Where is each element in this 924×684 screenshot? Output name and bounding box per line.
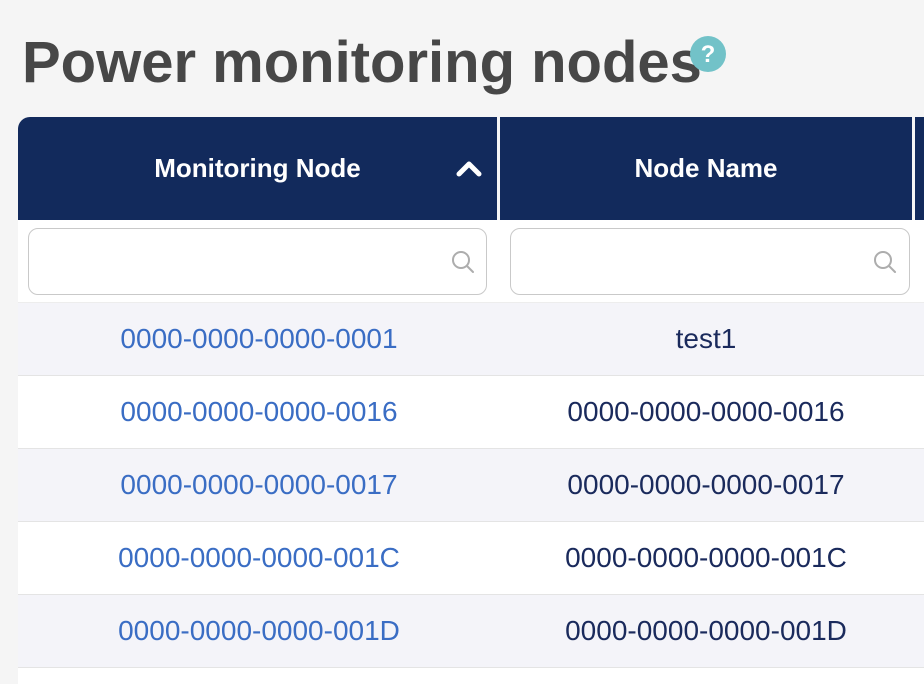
column-header-label: Node Name	[634, 153, 777, 184]
monitoring-node-link[interactable]: 0000-0000-0000-001D	[118, 615, 400, 646]
filter-input-monitoring-node[interactable]	[28, 228, 487, 295]
page-header: Power monitoring nodes ?	[22, 30, 902, 110]
column-header-monitoring-node[interactable]: Monitoring Node	[18, 117, 497, 220]
node-name-cell: 0000-0000-0000-001D	[500, 615, 912, 647]
table-row: 0000-0000-0000-001C 0000-0000-0000-001C	[18, 522, 924, 595]
node-name-cell: test1	[500, 323, 912, 355]
monitoring-node-link[interactable]: 0000-0000-0000-0001	[120, 323, 397, 354]
table-header-row: Monitoring Node Node Name	[18, 117, 924, 220]
table-row: 0000-0000-0000-0001 test1	[18, 303, 924, 376]
monitoring-node-cell: 0000-0000-0000-0016	[18, 396, 500, 428]
monitoring-node-cell: 0000-0000-0000-0001	[18, 323, 500, 355]
monitoring-node-cell: 0000-0000-0000-001C	[18, 542, 500, 574]
table-body: 0000-0000-0000-0001 test1 0000-0000-0000…	[18, 302, 924, 684]
column-header-label: Monitoring Node	[154, 153, 361, 184]
node-name-cell: 0000-0000-0000-0016	[500, 396, 912, 428]
power-monitoring-nodes-table: Monitoring Node Node Name 0000-0000-0000…	[18, 117, 924, 684]
table-filter-row	[18, 220, 924, 302]
filter-input-node-name[interactable]	[510, 228, 910, 295]
node-name-cell: 0000-0000-0000-0017	[500, 469, 912, 501]
table-row: 0000-0000-0000-0017 0000-0000-0000-0017	[18, 449, 924, 522]
chevron-up-icon	[455, 158, 483, 180]
help-icon[interactable]: ?	[690, 36, 726, 72]
monitoring-node-cell: 0000-0000-0000-001D	[18, 615, 500, 647]
monitoring-node-cell: 0000-0000-0000-0017	[18, 469, 500, 501]
table-row	[18, 668, 924, 684]
page-title: Power monitoring nodes	[22, 30, 702, 96]
column-header-node-name[interactable]: Node Name	[500, 117, 912, 220]
node-name-cell: 0000-0000-0000-001C	[500, 542, 912, 574]
table-row: 0000-0000-0000-001D 0000-0000-0000-001D	[18, 595, 924, 668]
column-header-partial	[915, 117, 924, 220]
monitoring-node-link[interactable]: 0000-0000-0000-0017	[120, 469, 397, 500]
monitoring-node-link[interactable]: 0000-0000-0000-0016	[120, 396, 397, 427]
table-row: 0000-0000-0000-0016 0000-0000-0000-0016	[18, 376, 924, 449]
monitoring-node-link[interactable]: 0000-0000-0000-001C	[118, 542, 400, 573]
